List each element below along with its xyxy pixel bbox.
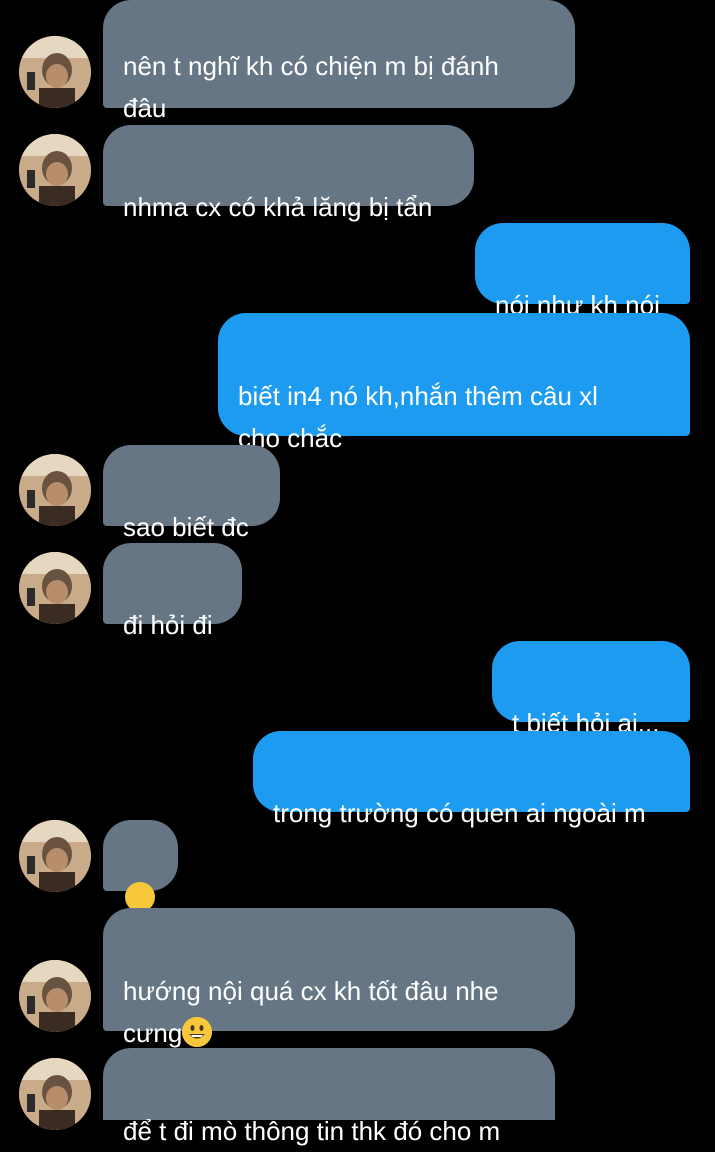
contact-avatar[interactable] <box>19 1058 91 1130</box>
message-text: biết in4 nó kh,nhắn thêm câu xl cho chắc <box>238 381 598 453</box>
message-bubble-incoming[interactable]: để t đi mò thông tin thk đó cho m <box>103 1048 555 1146</box>
contact-avatar[interactable] <box>19 552 91 624</box>
message-bubble-incoming[interactable]: đi hỏi đi <box>103 543 242 640</box>
message-text: đi hỏi đi <box>123 610 213 640</box>
contact-avatar[interactable] <box>19 36 91 108</box>
message-text: hướng nội quá cx kh tốt đâu nhe cưng <box>123 976 499 1048</box>
message-bubble-outgoing[interactable]: nói như kh nói <box>475 223 690 320</box>
message-bubble-outgoing[interactable]: biết in4 nó kh,nhắn thêm câu xl cho chắc <box>218 313 690 453</box>
contact-avatar[interactable] <box>19 960 91 1032</box>
message-text: sao biết đc <box>123 512 249 542</box>
grinning-face-emoji <box>182 1017 213 1047</box>
message-bubble-incoming[interactable]: hướng nội quá cx kh tốt đâu nhe cưng <box>103 908 575 1048</box>
message-text: nên t nghĩ kh có chiện m bị đánh đâu <box>123 51 499 123</box>
message-bubble-outgoing[interactable]: trong trường có quen ai ngoài m <box>253 731 690 828</box>
contact-avatar[interactable] <box>19 454 91 526</box>
message-text: trong trường có quen ai ngoài m <box>273 798 646 828</box>
message-bubble-incoming[interactable] <box>103 820 178 954</box>
message-bubble-outgoing[interactable]: t biết hỏi ai... <box>492 641 690 738</box>
message-bubble-incoming[interactable]: nhma cx có khả lăng bị tẩn <box>103 125 474 222</box>
message-text: để t đi mò thông tin thk đó cho m <box>123 1116 501 1146</box>
chat-screen: { "messages": [ {"side": "in", "text": "… <box>0 0 715 1146</box>
contact-avatar[interactable] <box>19 134 91 206</box>
contact-avatar[interactable] <box>19 820 91 892</box>
message-bubble-incoming[interactable]: nên t nghĩ kh có chiện m bị đánh đâu <box>103 0 575 123</box>
message-bubble-incoming[interactable]: sao biết đc <box>103 445 280 542</box>
message-text: nhma cx có khả lăng bị tẩn <box>123 192 433 222</box>
